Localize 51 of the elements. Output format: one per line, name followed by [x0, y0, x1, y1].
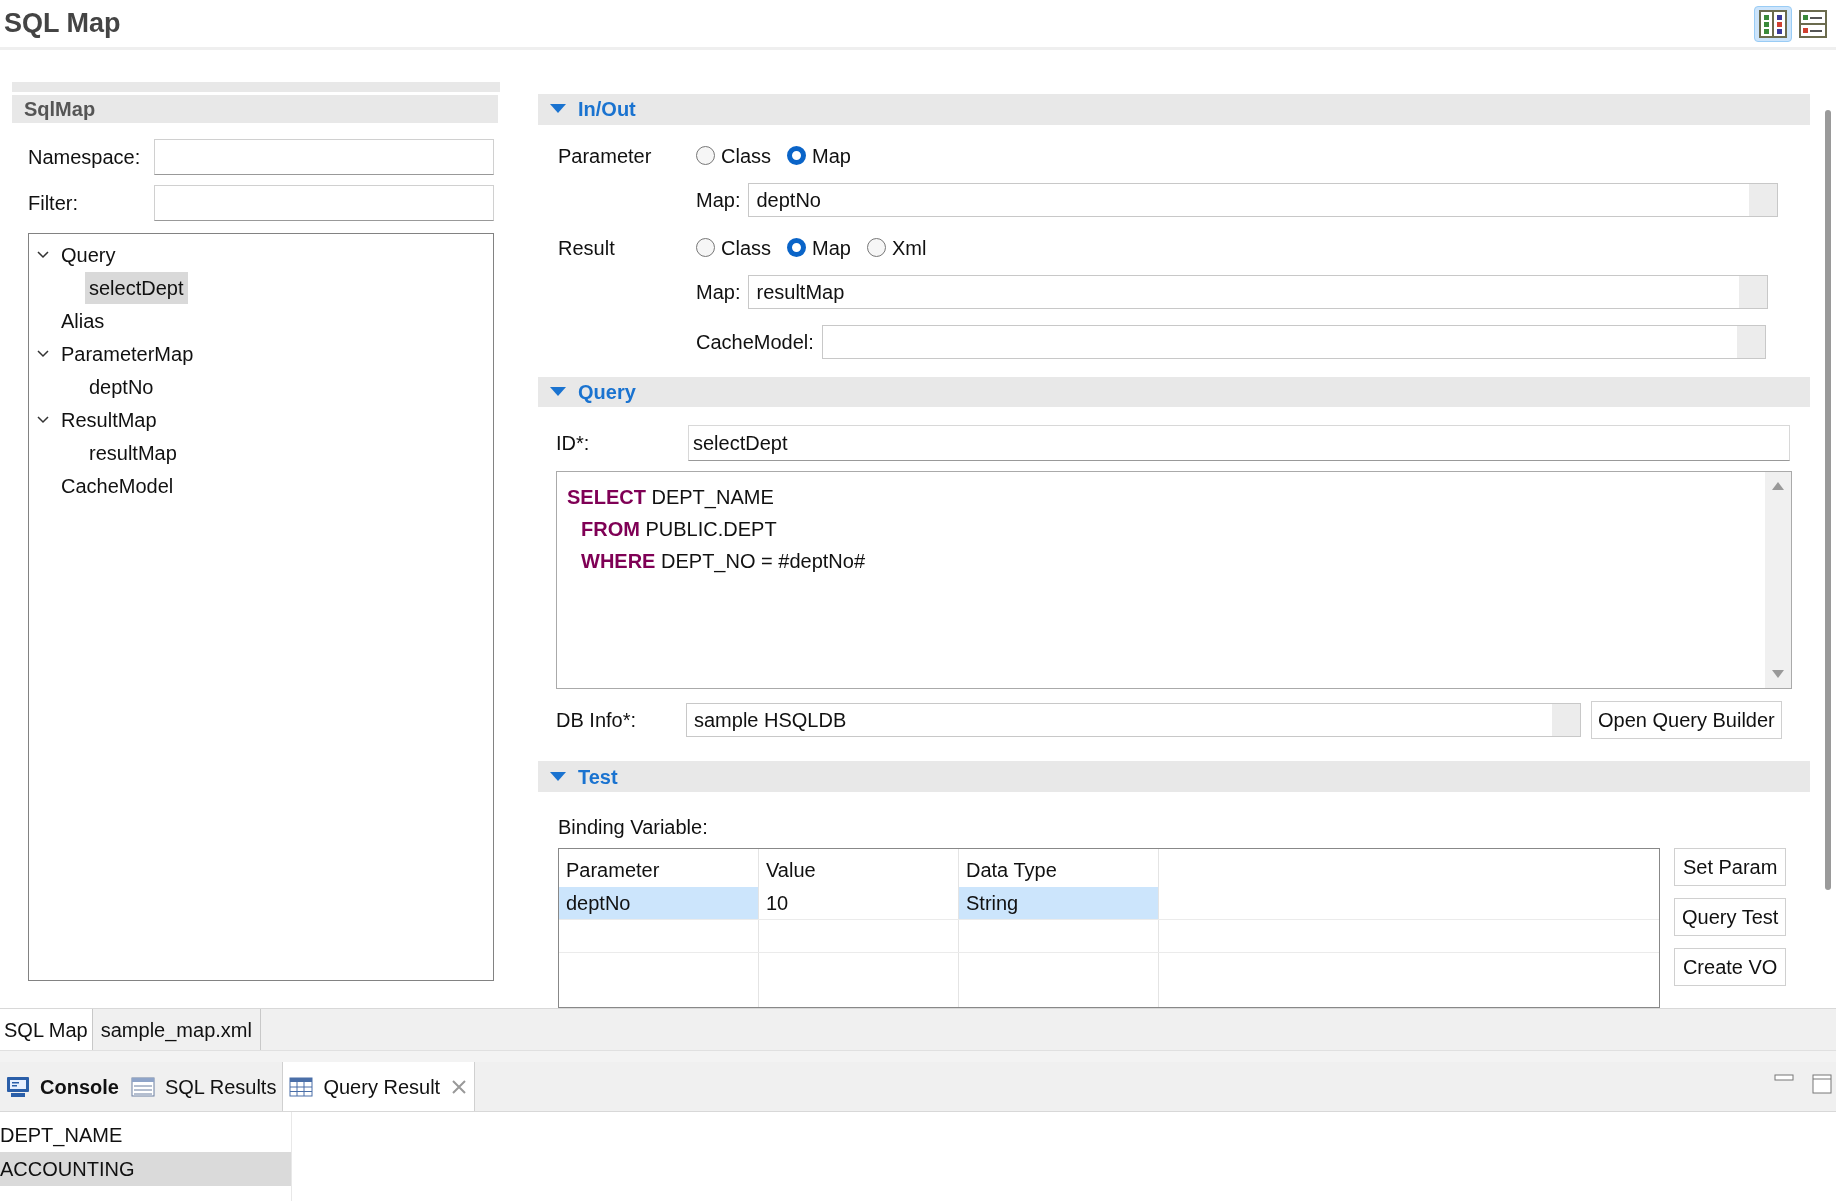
tree-item[interactable]: Query — [57, 238, 120, 271]
field-label: Map: — [696, 279, 741, 305]
combo-field[interactable]: deptNo — [748, 182, 1779, 217]
row-label: Result — [558, 235, 616, 261]
combo-field[interactable]: resultMap — [748, 274, 1769, 309]
field-label: DB Info*: — [556, 708, 638, 734]
radio-label: Map — [812, 235, 851, 261]
radio-label: Xml — [891, 235, 927, 261]
editor-tab[interactable]: SQL Map — [0, 1009, 93, 1050]
tree-item[interactable]: Alias — [57, 304, 109, 337]
tree-item[interactable]: ParameterMap — [57, 337, 198, 370]
field-label: CacheModel: — [696, 329, 814, 355]
radio-label: Map — [812, 143, 851, 169]
test-action-button[interactable]: Set Param — [1674, 848, 1787, 886]
test-action-button[interactable]: Query Test — [1674, 898, 1787, 936]
radio-label: Class — [721, 235, 771, 261]
tree-item[interactable]: selectDept — [85, 271, 188, 304]
field-label: ID*: — [556, 431, 591, 457]
field-label: Filter: — [28, 191, 79, 216]
panel-title: SqlMap — [24, 97, 96, 122]
combo-field[interactable]: sample HSQLDB — [686, 703, 1581, 738]
section-title: Query — [578, 380, 636, 405]
column-header[interactable]: DEPT_NAME — [0, 1118, 123, 1152]
code-line: SELECT DEPT_NAME — [567, 485, 775, 511]
text-field[interactable]: selectDept — [688, 425, 1790, 462]
section-title: In/Out — [578, 97, 636, 123]
sql-editor[interactable]: SELECT DEPT_NAME FROM PUBLIC.DEPT WHERE DEPT_NO = #deptNo# — [556, 471, 1792, 690]
table-cell[interactable]: String — [959, 887, 1159, 919]
table-cell[interactable]: deptNo — [559, 887, 759, 919]
radio-label: Class — [721, 143, 771, 169]
table-cell[interactable]: ACCOUNTING — [0, 1152, 291, 1186]
tree-item[interactable]: CacheModel — [57, 469, 178, 502]
code-line: WHERE DEPT_NO = #deptNo# — [580, 549, 866, 575]
open-query-builder-button[interactable]: Open Query Builder — [1591, 701, 1782, 740]
section-label: Binding Variable: — [558, 815, 709, 840]
view-tab[interactable]: SQL Results — [124, 1062, 283, 1111]
view-tab[interactable]: Console — [0, 1062, 125, 1111]
test-action-button[interactable]: Create VO — [1674, 948, 1787, 986]
field-label: Namespace: — [28, 145, 142, 170]
page-title: SQL Map — [4, 7, 121, 41]
tree-item[interactable]: resultMap — [85, 436, 181, 469]
row-label: Parameter — [558, 143, 653, 169]
code-line: FROM PUBLIC.DEPT — [580, 517, 778, 543]
tree-item[interactable]: ResultMap — [57, 403, 161, 436]
section-header[interactable]: Query — [538, 376, 1810, 408]
field-label: Map: — [696, 187, 741, 213]
section-header[interactable]: In/Out — [538, 94, 1810, 125]
view-tab[interactable]: Query Result — [282, 1062, 476, 1111]
tree-item[interactable]: deptNo — [85, 370, 158, 403]
section-header[interactable]: Test — [538, 761, 1810, 792]
section-title: Test — [578, 764, 618, 790]
